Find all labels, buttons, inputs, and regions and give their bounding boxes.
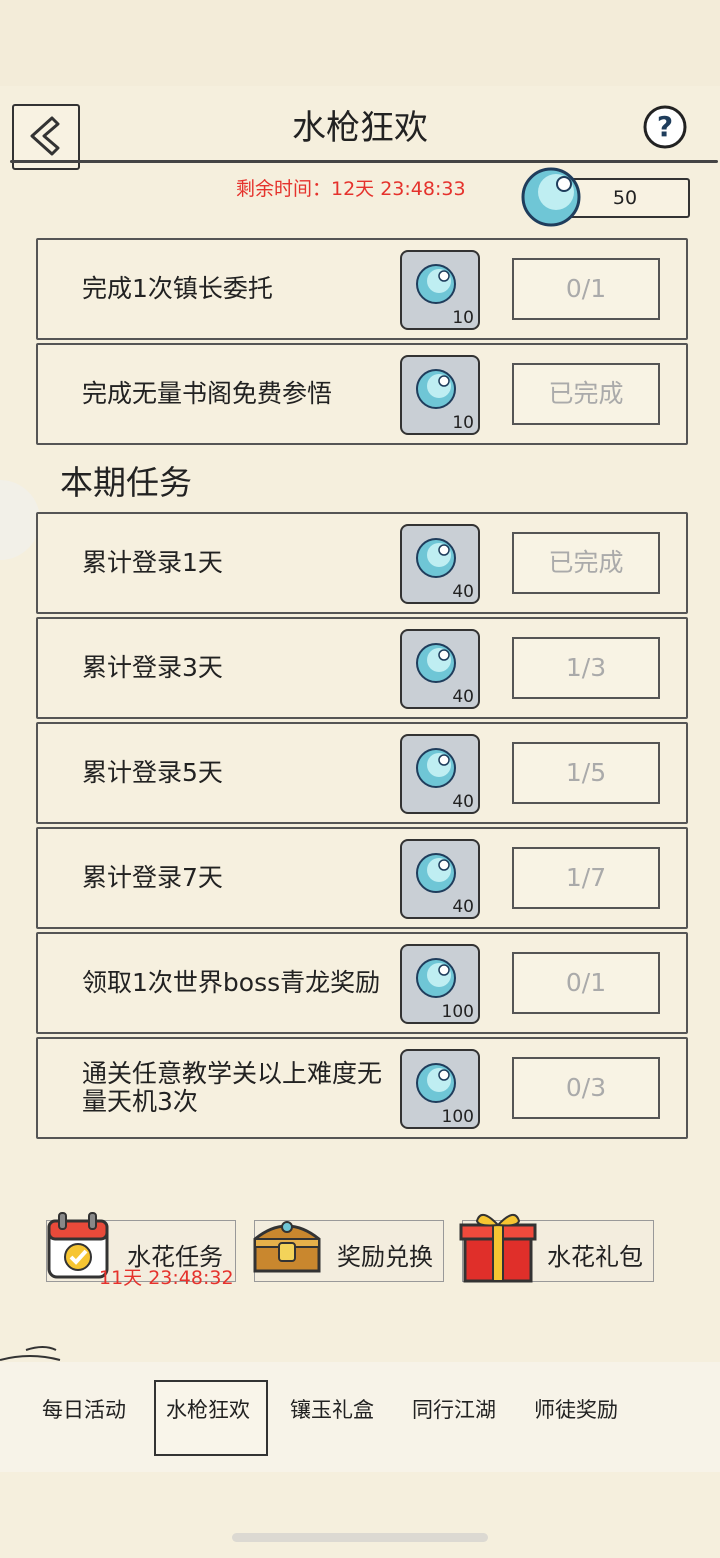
task-label: 完成无量书阁免费参悟 [82,379,333,408]
reward-amount: 40 [452,687,474,707]
side-floating-tab[interactable] [0,480,40,560]
task-status-button[interactable]: 1/3 [512,637,660,699]
water-orb-icon [416,264,456,304]
task-reward: 40 [400,524,480,604]
task-status-button[interactable]: 1/5 [512,742,660,804]
task-row: 领取1次世界boss青龙奖励 100 0/1 [36,932,688,1034]
task-reward: 40 [400,629,480,709]
tab-master-apprentice-reward[interactable]: 师徒奖励 [534,1394,618,1424]
task-label: 累计登录5天 [82,758,223,787]
water-orb-icon [416,1063,456,1103]
splash-task-timer: 11天 23:48:32 [99,1267,234,1289]
task-reward: 10 [400,355,480,435]
splash-gift-label: 水花礼包 [547,1243,643,1271]
water-orb-icon [416,643,456,683]
task-reward: 10 [400,250,480,330]
splash-gift-button[interactable]: 水花礼包 [459,1214,654,1283]
tab-peer-jianghu[interactable]: 同行江湖 [412,1394,496,1424]
task-label: 领取1次世界boss青龙奖励 [82,968,381,997]
treasure-chest-icon [253,1221,321,1273]
reward-amount: 10 [452,413,474,433]
svg-text:?: ? [657,110,673,143]
reward-amount: 10 [452,308,474,328]
task-status-button[interactable]: 1/7 [512,847,660,909]
task-reward: 100 [400,1049,480,1129]
section-title: 本期任务 [60,463,192,502]
water-orb-icon [416,958,456,998]
splash-task-button[interactable]: 水花任务 11天 23:48:32 [46,1212,236,1289]
header-divider [10,160,718,163]
task-reward: 40 [400,734,480,814]
task-status-button[interactable]: 0/1 [512,258,660,320]
task-status-button[interactable]: 已完成 [512,532,660,594]
water-orb-icon [416,369,456,409]
action-buttons: 水花任务 11天 23:48:32 奖励兑换 水花礼包 [0,1206,720,1296]
reward-amount: 100 [441,1002,474,1022]
task-row: 累计登录3天 40 1/3 [36,617,688,719]
water-orb-icon [416,538,456,578]
top-band [0,0,720,86]
tab-daily-activity[interactable]: 每日活动 [42,1394,126,1424]
task-status-button[interactable]: 0/1 [512,952,660,1014]
water-orb-icon [416,748,456,788]
task-label: 通关任意教学关以上难度无量天机3次 [82,1059,383,1116]
task-row: 累计登录1天 40 已完成 [36,512,688,614]
task-row: 通关任意教学关以上难度无量天机3次 100 0/3 [36,1037,688,1139]
water-orb-icon [521,167,581,227]
task-row: 累计登录5天 40 1/5 [36,722,688,824]
task-reward: 100 [400,944,480,1024]
page-title: 水枪狂欢 [292,108,428,148]
header: 水枪狂欢 ? [0,86,720,170]
task-reward: 40 [400,839,480,919]
task-label: 累计登录3天 [82,653,223,682]
tab-jade-gift-box[interactable]: 镶玉礼盒 [290,1394,374,1424]
task-status-button[interactable]: 0/3 [512,1057,660,1119]
reward-amount: 100 [441,1107,474,1127]
remaining-time: 剩余时间：12天 23:48:33 [236,178,466,200]
help-button[interactable]: ? [642,104,688,150]
water-orb-icon [416,853,456,893]
task-row: 完成无量书阁免费参悟 10 已完成 [36,343,688,445]
reward-exchange-label: 奖励兑换 [337,1243,433,1271]
task-row: 完成1次镇长委托 10 0/1 [36,238,688,340]
task-label: 累计登录7天 [82,863,223,892]
reward-amount: 40 [452,897,474,917]
tab-bar: 每日活动 水枪狂欢 镶玉礼盒 同行江湖 师徒奖励 [0,1362,720,1472]
tab-water-gun-carnival[interactable]: 水枪狂欢 [166,1394,250,1424]
help-icon: ? [643,105,687,149]
home-indicator[interactable] [232,1533,488,1542]
task-status-button[interactable]: 已完成 [512,363,660,425]
task-row: 累计登录7天 40 1/7 [36,827,688,929]
task-label: 累计登录1天 [82,548,223,577]
reward-exchange-button[interactable]: 奖励兑换 [253,1220,444,1282]
task-label: 完成1次镇长委托 [82,274,273,303]
reward-amount: 40 [452,792,474,812]
gift-box-icon [459,1214,537,1283]
reward-amount: 40 [452,582,474,602]
